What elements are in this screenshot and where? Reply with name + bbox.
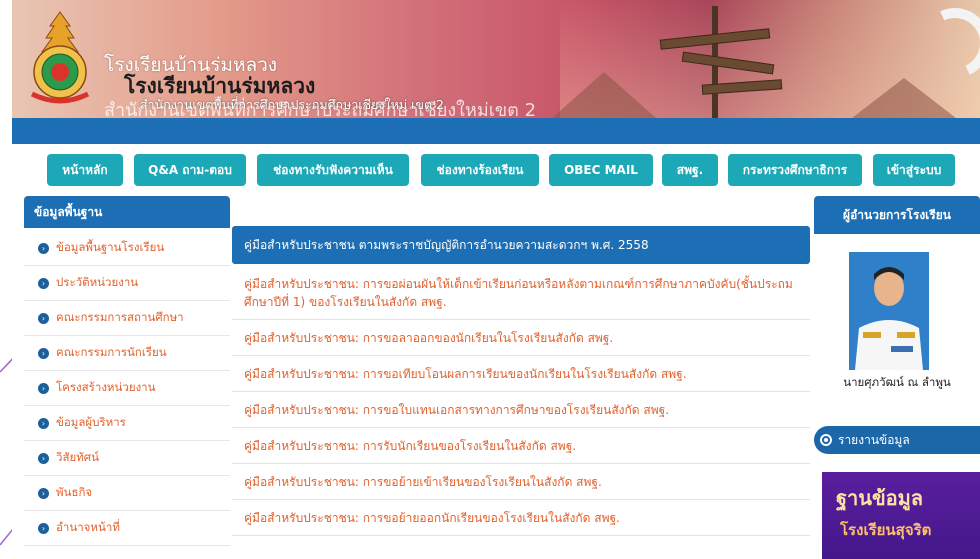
chevron-right-icon: › (38, 487, 49, 499)
main-content: คู่มือสำหรับประชาชน ตามพระราชบัญญัติการอ… (232, 196, 810, 559)
sidebar-item-label: คณะกรรมการสถานศึกษา (56, 310, 184, 324)
nav-qa[interactable]: Q&A ถาม-ตอบ (134, 154, 246, 186)
manual-link-resignation[interactable]: คู่มือสำหรับประชาชน: การขอลาออกของนักเรี… (232, 320, 810, 356)
chevron-right-icon: › (38, 382, 49, 394)
nav-feedback[interactable]: ช่องทางรับฟังความเห็น (257, 154, 409, 186)
nav-complaint[interactable]: ช่องทางร้องเรียน (421, 154, 539, 186)
nav-obec[interactable]: สพฐ. (662, 154, 718, 186)
website: โรงเรียนบ้านร่มหลวง โรงเรียนบ้านร่มหลวง … (12, 0, 980, 559)
pyramid-decoration (552, 72, 656, 118)
nav-home[interactable]: หน้าหลัก (47, 154, 123, 186)
sidebar-item-student-council[interactable]: › คณะกรรมการนักเรียน (24, 336, 230, 371)
right-sidebar: ผู้อำนวยการโรงเรียน นายศุภวัฒน์ ณ ลำพูน … (814, 196, 980, 559)
sidebar-item-label: อำนาจหน้าที่ (56, 520, 120, 534)
sidebar-item-label: วิสัยทัศน์ (56, 450, 99, 464)
nav-ministry[interactable]: กระทรวงศึกษาธิการ (728, 154, 862, 186)
director-photo (849, 252, 929, 370)
sidebar-item-duties[interactable]: › อำนาจหน้าที่ (24, 511, 230, 546)
sidebar-item-label: ประวัติหน่วยงาน (56, 275, 139, 289)
main-top-spacer (232, 196, 810, 226)
chevron-right-icon: › (38, 277, 49, 289)
director-name: นายศุภวัฒน์ ณ ลำพูน (843, 375, 951, 389)
chevron-right-icon: › (38, 312, 49, 324)
site-header: โรงเรียนบ้านร่มหลวง โรงเรียนบ้านร่มหลวง … (12, 0, 980, 118)
chevron-right-icon: › (38, 522, 49, 534)
banner-subtitle: โรงเรียนสุจริต (840, 521, 932, 539)
main-nav: หน้าหลัก Q&A ถาม-ตอบ ช่องทางรับฟังความเห… (12, 144, 980, 198)
sidebar-item-label: ข้อมูลพื้นฐานโรงเรียน (56, 240, 165, 254)
featured-manual-link[interactable]: คู่มือสำหรับประชาชน ตามพระราชบัญญัติการอ… (232, 226, 810, 264)
chevron-right-icon: › (38, 417, 49, 429)
office-name: สำนักงานเขตพื้นที่การศึกษาประถมศึกษาเชีย… (140, 97, 444, 112)
sidebar-item-school-board[interactable]: › คณะกรรมการสถานศึกษา (24, 301, 230, 336)
report-heading[interactable]: รายงานข้อมูล (814, 426, 980, 454)
radio-dot-icon (820, 434, 832, 446)
manual-link-credit-transfer[interactable]: คู่มือสำหรับประชาชน: การขอเทียบโอนผลการเ… (232, 356, 810, 392)
integrity-school-banner[interactable]: ฐานข้อมูล โรงเรียนสุจริต (822, 472, 980, 559)
header-blue-bar (12, 118, 980, 144)
sidebar-item-executives[interactable]: › ข้อมูลผู้บริหาร (24, 406, 230, 441)
director-heading: ผู้อำนวยการโรงเรียน (814, 196, 980, 234)
sidebar-item-history[interactable]: › ประวัติหน่วยงาน (24, 266, 230, 301)
chevron-right-icon: › (38, 242, 49, 254)
basic-info-sidebar: ข้อมูลพื้นฐาน › ข้อมูลพื้นฐานโรงเรียน › … (24, 196, 230, 559)
chevron-right-icon: › (38, 452, 49, 464)
manual-link-deferment[interactable]: คู่มือสำหรับประชาชน: การขอผ่อนผันให้เด็ก… (232, 266, 810, 320)
manual-link-transfer-out[interactable]: คู่มือสำหรับประชาชน: การขอย้ายออกนักเรีย… (232, 500, 810, 536)
pyramid-decoration (852, 78, 956, 118)
report-heading-label: รายงานข้อมูล (838, 432, 910, 447)
nav-obec-mail[interactable]: OBEC MAIL (549, 154, 653, 186)
sidebar-item-label: คณะกรรมการนักเรียน (56, 345, 167, 359)
sidebar-item-label: พันธกิจ (56, 485, 93, 499)
manual-link-transfer-in[interactable]: คู่มือสำหรับประชาชน: การขอย้ายเข้าเรียนข… (232, 464, 810, 500)
sidebar-item-label: ข้อมูลผู้บริหาร (56, 415, 126, 429)
banner-title: ฐานข้อมูล (836, 486, 924, 510)
manual-link-admission[interactable]: คู่มือสำหรับประชาชน: การรับนักเรียนของโร… (232, 428, 810, 464)
sidebar-item-vision[interactable]: › วิสัยทัศน์ (24, 441, 230, 476)
sidebar-item-mission[interactable]: › พันธกิจ (24, 476, 230, 511)
chevron-right-icon: › (38, 347, 49, 359)
nav-login[interactable]: เข้าสู่ระบบ (873, 154, 955, 186)
sidebar-heading: ข้อมูลพื้นฐาน (24, 196, 230, 228)
manual-link-replacement-docs[interactable]: คู่มือสำหรับประชาชน: การขอใบแทนเอกสารทาง… (232, 392, 810, 428)
obec-logo (30, 11, 90, 104)
sidebar-item-school-info[interactable]: › ข้อมูลพื้นฐานโรงเรียน (24, 231, 230, 266)
sidebar-item-structure[interactable]: › โครงสร้างหน่วยงาน (24, 371, 230, 406)
sidebar-item-label: โครงสร้างหน่วยงาน (56, 380, 156, 394)
